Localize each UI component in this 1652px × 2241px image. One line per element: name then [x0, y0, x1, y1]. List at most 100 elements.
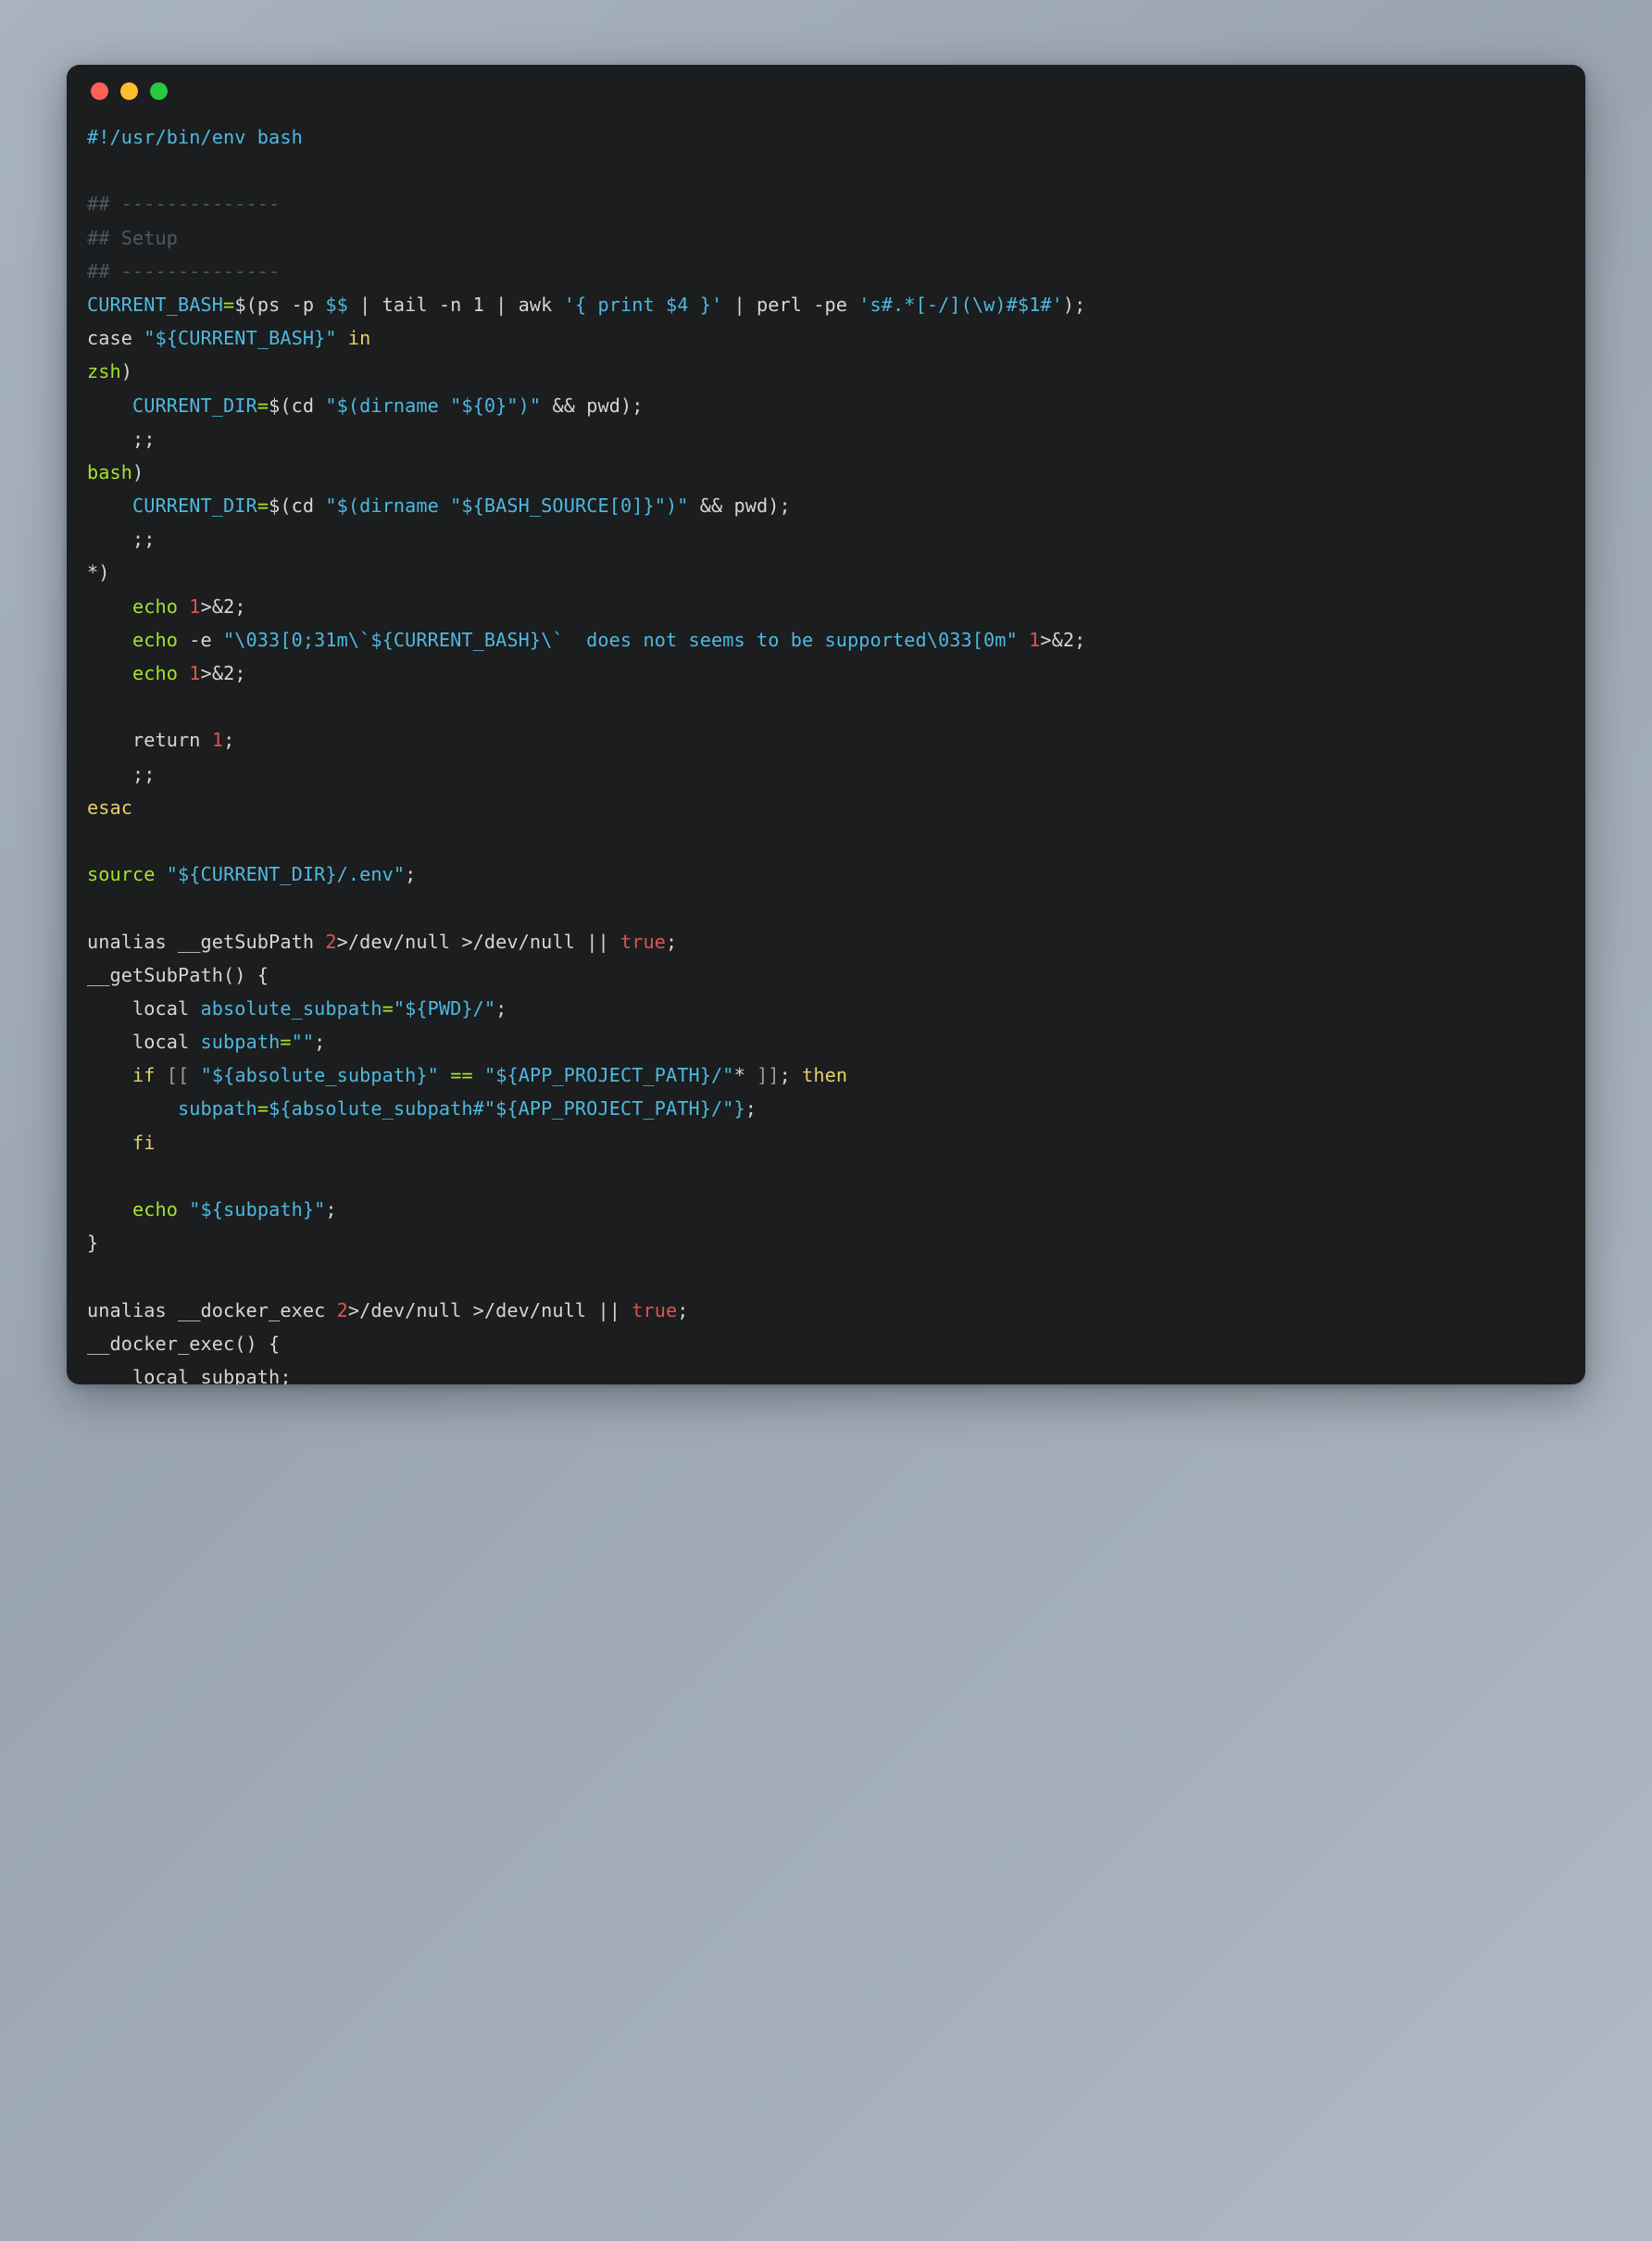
code-token: * [733, 1064, 757, 1087]
code-token: >/dev/null >/dev/null || [347, 1298, 632, 1321]
code-line: echo "${subpath}"; [87, 1193, 1558, 1226]
code-token: ); [1062, 293, 1086, 316]
code-token: 1 [1029, 628, 1041, 651]
code-token: *) [87, 561, 110, 584]
code-token: ; [405, 863, 417, 886]
code-token: "\033[0;31m\`${CURRENT_BASH}\` does not … [223, 628, 1018, 651]
code-line: case "${CURRENT_BASH}" in [87, 321, 1558, 355]
code-token: ;; [87, 762, 156, 785]
code-token: "${CURRENT_BASH}" [144, 327, 337, 350]
code-token: ; [779, 1064, 803, 1087]
code-token: local [87, 1031, 201, 1054]
code-line: subpath=${absolute_subpath#"${APP_PROJEC… [87, 1092, 1558, 1125]
code-token: CURRENT_DIR [132, 495, 257, 518]
code-line: CURRENT_BASH=$(ps -p $$ | tail -n 1 | aw… [87, 288, 1558, 321]
code-token: unalias __getSubPath [87, 930, 326, 953]
code-line: #!/usr/bin/env bash [87, 120, 1558, 154]
code-token: "$(dirname "${BASH_SOURCE[0]}")" [325, 495, 689, 518]
code-token: ## -------------- [87, 193, 281, 216]
code-token: = [280, 1031, 292, 1054]
code-token: 's#.*[-/](\w)#$1#' [858, 293, 1063, 316]
code-token: bash [87, 460, 133, 483]
close-window-button[interactable] [91, 81, 108, 100]
code-token: >&2; [200, 595, 246, 618]
code-token: CURRENT_BASH [87, 293, 224, 316]
code-line: bash) [87, 456, 1558, 489]
code-line: ;; [87, 757, 1558, 791]
code-line: ;; [87, 422, 1558, 456]
code-token: ; [325, 1198, 337, 1221]
code-token: case [87, 327, 144, 350]
code-token: && pwd); [688, 495, 791, 518]
code-line: zsh) [87, 355, 1558, 388]
code-token: true [632, 1298, 678, 1321]
code-line: fi [87, 1126, 1558, 1159]
code-token: ;; [87, 528, 156, 551]
code-token: $(ps -p [234, 293, 326, 316]
code-token: 1 [189, 595, 201, 618]
code-line: local subpath; [87, 1360, 1558, 1384]
code-token: $(cd [269, 394, 326, 417]
code-token: echo [132, 662, 179, 684]
code-token: ; [314, 1031, 326, 1054]
code-token: local [87, 996, 201, 1020]
code-token: __getSubPath() { [87, 963, 269, 986]
code-token: $$ [325, 293, 348, 316]
minimize-window-button[interactable] [120, 81, 138, 100]
code-token: return [132, 729, 201, 752]
code-token: __docker_exec() { [87, 1332, 281, 1355]
code-token: ) [132, 460, 144, 483]
code-token: ## Setup [87, 226, 179, 249]
code-token: ; [665, 930, 678, 953]
code-token: CURRENT_DIR [132, 394, 257, 417]
code-token: echo [132, 595, 179, 618]
code-token: ; [677, 1298, 689, 1321]
code-token: ]] [757, 1064, 780, 1087]
code-line: unalias __getSubPath 2>/dev/null >/dev/n… [87, 925, 1558, 958]
code-line: CURRENT_DIR=$(cd "$(dirname "${BASH_SOUR… [87, 489, 1558, 522]
code-block[interactable]: #!/usr/bin/env bash ## -------------- ## … [67, 117, 1585, 1384]
code-token: = [223, 293, 235, 316]
code-line: echo 1>&2; [87, 657, 1558, 690]
code-token: if [132, 1064, 156, 1087]
code-token: == [450, 1064, 473, 1087]
code-token: subpath [200, 1031, 281, 1054]
code-token: -e [178, 628, 224, 651]
code-token: $(cd [269, 495, 326, 518]
code-token: ; [495, 996, 507, 1020]
code-line: if [[ "${absolute_subpath}" == "${APP_PR… [87, 1058, 1558, 1092]
code-line: unalias __docker_exec 2>/dev/null >/dev/… [87, 1294, 1558, 1327]
code-token: "${subpath}" [189, 1198, 326, 1221]
code-token: "$(dirname "${0}")" [325, 394, 542, 417]
code-token: [[ [166, 1064, 190, 1087]
code-token: 2 [325, 930, 337, 953]
code-token: 1 [189, 662, 201, 684]
code-token: echo [132, 628, 179, 651]
code-line: esac [87, 791, 1558, 824]
code-token: "${CURRENT_DIR}/.env" [166, 863, 406, 886]
code-token: source [87, 863, 156, 886]
code-token: ; [223, 729, 235, 752]
maximize-window-button[interactable] [150, 81, 168, 100]
code-token: } [87, 1232, 99, 1255]
code-token: esac [87, 795, 133, 819]
